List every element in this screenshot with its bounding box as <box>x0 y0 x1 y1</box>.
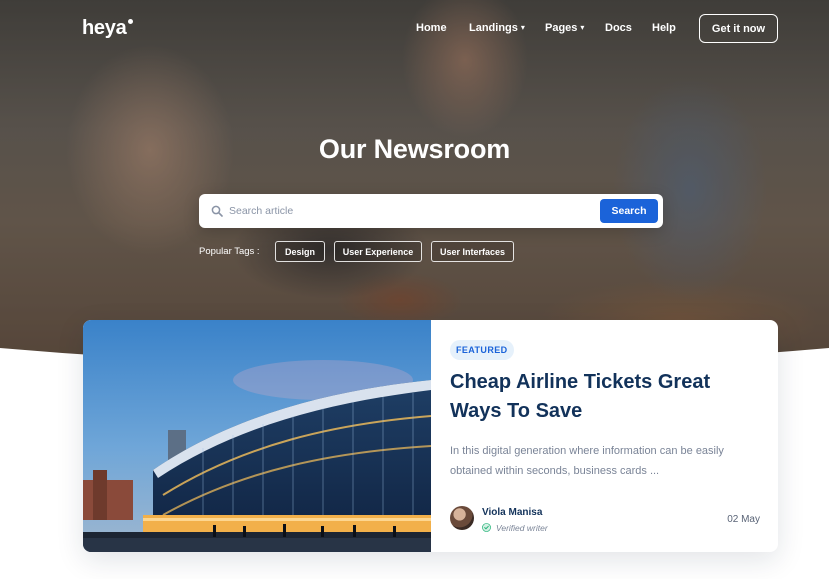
author-avatar[interactable] <box>450 506 474 530</box>
chevron-down-icon: ▾ <box>580 23 585 32</box>
nav-item-label: Docs <box>605 22 632 34</box>
author-name[interactable]: Viola Manisa <box>482 507 542 518</box>
post-excerpt: In this digital generation where informa… <box>450 445 724 477</box>
featured-post-card[interactable]: FEATURED Cheap Airline Tickets Great Way… <box>83 320 778 552</box>
logo-dot <box>128 19 134 24</box>
verified-check-icon <box>482 523 491 532</box>
nav-item-label: Help <box>652 22 676 34</box>
search-icon <box>211 205 223 217</box>
tag-design[interactable]: Design <box>275 241 325 262</box>
tag-user-interfaces[interactable]: User Interfaces <box>431 241 514 262</box>
search-button[interactable]: Search <box>600 199 658 223</box>
page-title: Our Newsroom <box>318 134 511 164</box>
search-bar <box>199 194 663 228</box>
nav-item-landings[interactable]: Landings ▾ <box>469 22 525 34</box>
get-it-now-button[interactable]: Get it now <box>699 14 778 43</box>
brand-logo[interactable]: heya <box>82 17 134 40</box>
nav-item-label: Landings <box>469 22 518 34</box>
nav-item-help[interactable]: Help <box>652 22 676 34</box>
popular-tags-label: Popular Tags : <box>199 246 260 257</box>
featured-badge: FEATURED <box>450 340 514 360</box>
search-input[interactable] <box>229 201 589 221</box>
post-title[interactable]: Cheap Airline Tickets Great Ways To Save <box>450 368 750 426</box>
nav-item-pages[interactable]: Pages ▾ <box>545 22 584 34</box>
author-role: Verified writer <box>496 523 548 533</box>
nav-item-label: Pages <box>545 22 578 34</box>
top-navigation: heya Home Landings ▾ Pages ▾ Docs Help Get… <box>0 0 829 60</box>
nav-item-home[interactable]: Home <box>416 22 447 34</box>
post-content: FEATURED Cheap Airline Tickets Great Way… <box>450 320 760 552</box>
tag-user-experience[interactable]: User Experience <box>334 241 422 262</box>
post-thumbnail-image[interactable] <box>83 320 431 552</box>
nav-item-docs[interactable]: Docs <box>605 22 632 34</box>
nav-item-label: Home <box>416 22 447 34</box>
post-date: 02 May <box>727 514 760 525</box>
brand-logo-text: heya <box>82 17 127 39</box>
chevron-down-icon: ▾ <box>520 23 525 32</box>
